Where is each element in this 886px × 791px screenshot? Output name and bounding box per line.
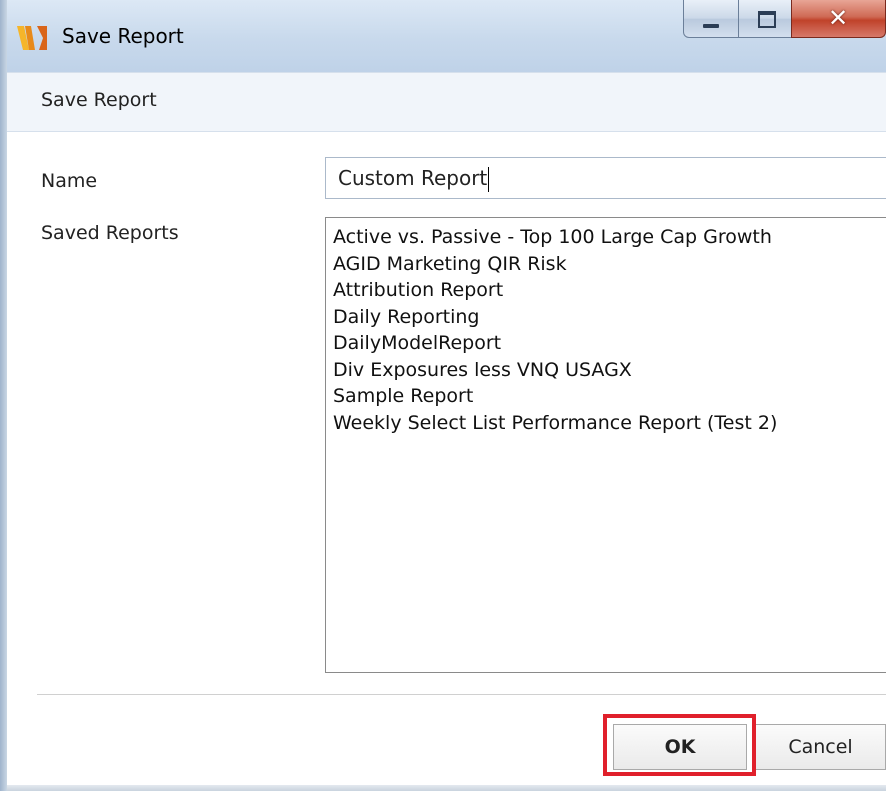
app-logo-icon [17, 26, 47, 50]
ok-highlight-box [603, 714, 756, 776]
minimize-button[interactable] [683, 0, 739, 38]
minimize-icon [703, 24, 719, 28]
report-name-value: Custom Report [338, 166, 488, 190]
window-bottom-border [7, 785, 886, 791]
background-window-edge [0, 0, 7, 791]
list-item[interactable]: DailyModelReport [333, 330, 886, 357]
close-button[interactable]: ✕ [791, 0, 886, 38]
save-report-dialog: Save Report ✕ Save Report Name Custom Re… [7, 0, 886, 791]
list-item[interactable]: AGID Marketing QIR Risk [333, 251, 886, 278]
list-item[interactable]: Div Exposures less VNQ USAGX [333, 357, 886, 384]
window-title: Save Report [62, 24, 184, 48]
dialog-heading: Save Report [41, 89, 157, 111]
footer-divider [37, 694, 886, 695]
maximize-button[interactable] [738, 0, 792, 38]
name-label: Name [41, 170, 98, 192]
saved-reports-list[interactable]: Active vs. Passive - Top 100 Large Cap G… [325, 217, 886, 673]
list-item[interactable]: Active vs. Passive - Top 100 Large Cap G… [333, 224, 886, 251]
cancel-button[interactable]: Cancel [755, 724, 886, 770]
report-name-input[interactable]: Custom Report [325, 157, 886, 199]
text-caret [488, 167, 490, 192]
dialog-header: Save Report [7, 72, 886, 132]
list-item[interactable]: Sample Report [333, 383, 886, 410]
saved-reports-label: Saved Reports [41, 222, 179, 244]
title-bar[interactable]: Save Report ✕ [7, 0, 886, 72]
list-item[interactable]: Daily Reporting [333, 304, 886, 331]
list-item[interactable]: Weekly Select List Performance Report (T… [333, 410, 886, 437]
maximize-icon [758, 11, 776, 28]
close-icon: ✕ [828, 4, 849, 32]
list-item[interactable]: Attribution Report [333, 277, 886, 304]
